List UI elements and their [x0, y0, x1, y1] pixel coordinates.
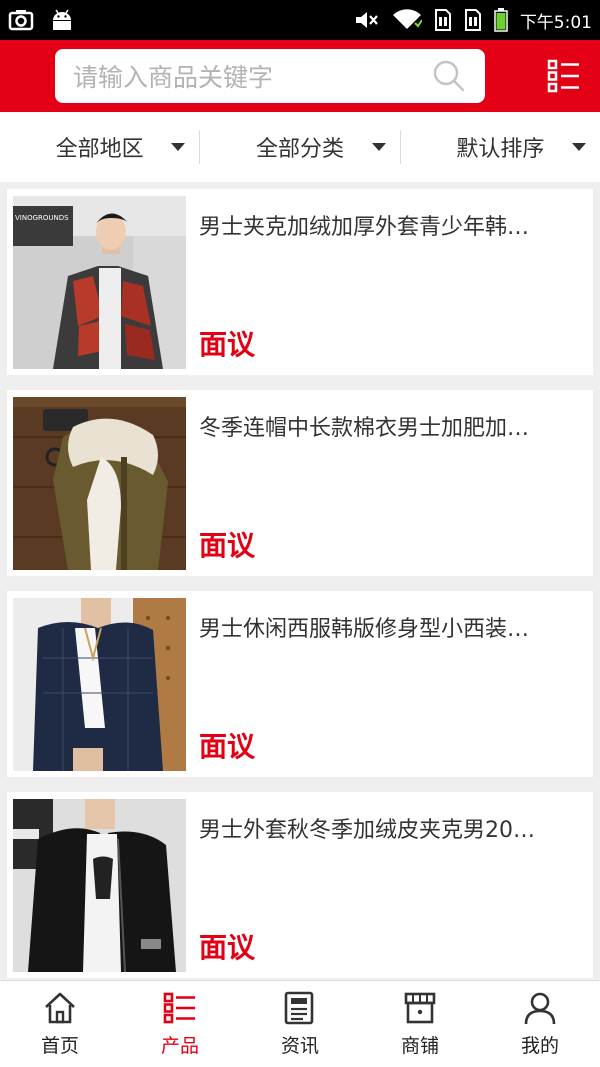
photo-text: VINOGROUNDS [15, 214, 69, 222]
caret-down-icon [171, 143, 186, 151]
filter-category-label: 全部分类 [255, 137, 344, 162]
search-icon[interactable] [431, 58, 467, 94]
shop-icon [404, 992, 436, 1024]
search-input[interactable]: 请输入商品关键字 [55, 49, 485, 103]
filter-category[interactable]: 全部分类 [200, 112, 399, 182]
status-bar: 下午5:01 [0, 0, 600, 40]
nav-profile-label: 我的 [520, 1035, 559, 1057]
product-image: VINOGROUNDS [13, 196, 186, 369]
caret-down-icon [371, 143, 386, 151]
product-title: 男士外套秋冬季加绒皮夹克男20… [199, 818, 535, 843]
product-card[interactable]: 冬季连帽中长款棉衣男士加肥加… 面议 [7, 390, 593, 576]
android-icon [50, 9, 74, 31]
nav-profile[interactable]: 我的 [480, 981, 600, 1067]
product-price: 面议 [199, 931, 256, 964]
search-placeholder: 请输入商品关键字 [73, 63, 274, 92]
product-title: 男士休闲西服韩版修身型小西装… [199, 617, 530, 642]
screenshot-icon [8, 9, 34, 31]
sim2-icon [464, 8, 482, 32]
nav-products-label: 产品 [160, 1035, 199, 1057]
product-card[interactable]: 男士休闲西服韩版修身型小西装… 面议 [7, 591, 593, 777]
caret-down-icon [571, 143, 586, 151]
product-price: 面议 [199, 529, 256, 562]
nav-products[interactable]: 产品 [120, 981, 240, 1067]
product-image [13, 598, 186, 771]
product-card[interactable]: VINOGROUNDS 男士夹克加绒加厚外套青少年韩… 面议 [7, 189, 593, 375]
product-image [13, 799, 186, 972]
filter-region-label: 全部地区 [55, 137, 144, 162]
nav-news-label: 资讯 [280, 1035, 319, 1057]
status-time: 下午5:01 [519, 12, 592, 33]
product-card[interactable]: 男士外套秋冬季加绒皮夹克男20… 面议 [7, 792, 593, 978]
product-price: 面议 [199, 730, 256, 763]
product-list-icon [163, 992, 195, 1024]
product-title: 男士夹克加绒加厚外套青少年韩… [199, 215, 530, 240]
bottom-nav: 首页 产品 资讯 商铺 我的 [0, 980, 600, 1067]
filter-sort[interactable]: 默认排序 [401, 112, 600, 182]
battery-icon [494, 8, 508, 32]
header-bar: 请输入商品关键字 [0, 40, 600, 112]
home-icon [45, 992, 75, 1024]
category-menu-icon[interactable] [546, 58, 582, 94]
news-icon [284, 991, 314, 1025]
product-title: 冬季连帽中长款棉衣男士加肥加… [199, 416, 530, 441]
user-icon [524, 992, 556, 1025]
nav-home[interactable]: 首页 [0, 981, 120, 1067]
filter-bar: 全部地区 全部分类 默认排序 [0, 112, 600, 182]
filter-sort-label: 默认排序 [456, 137, 545, 162]
filter-region[interactable]: 全部地区 [0, 112, 199, 182]
product-price: 面议 [199, 328, 256, 361]
nav-shop[interactable]: 商铺 [360, 981, 480, 1067]
nav-shop-label: 商铺 [400, 1035, 439, 1057]
wifi-icon [392, 9, 422, 31]
mute-icon [354, 9, 380, 31]
sim1-icon [434, 8, 452, 32]
nav-news[interactable]: 资讯 [240, 981, 360, 1067]
nav-home-label: 首页 [40, 1035, 79, 1057]
product-image [13, 397, 186, 570]
